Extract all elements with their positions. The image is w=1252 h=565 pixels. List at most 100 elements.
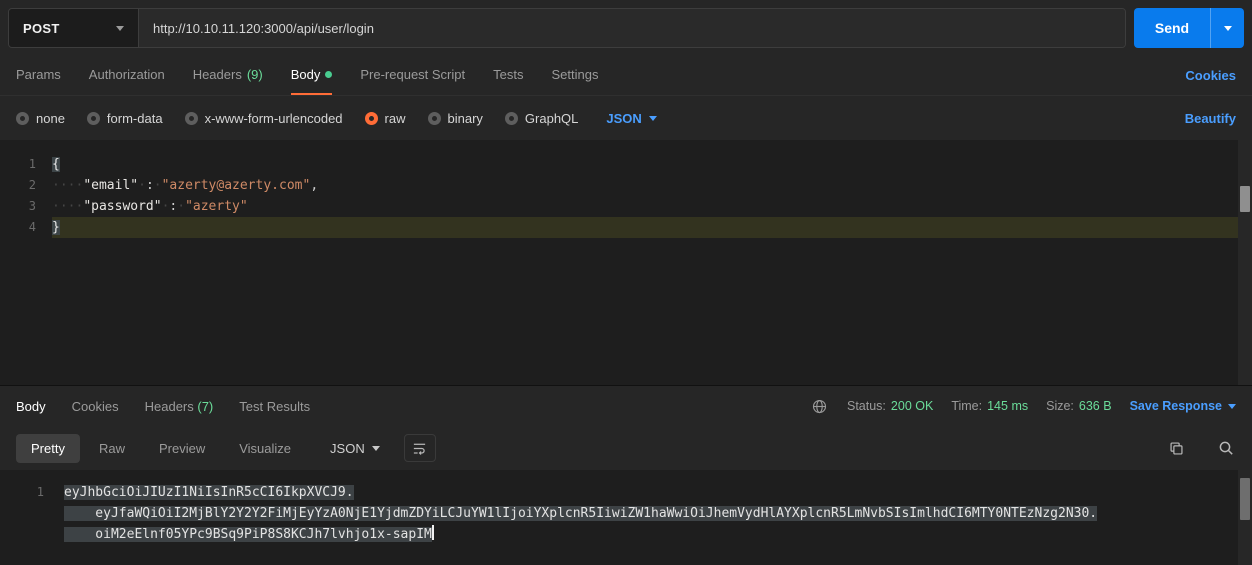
language-label: JSON <box>606 111 641 126</box>
response-tab-test-results[interactable]: Test Results <box>239 399 310 414</box>
tab-headers[interactable]: Headers (9) <box>193 56 263 95</box>
view-visualize-button[interactable]: Visualize <box>224 434 306 463</box>
response-tab-cookies[interactable]: Cookies <box>72 399 119 414</box>
wrap-line-icon <box>412 441 427 456</box>
save-response-label: Save Response <box>1130 399 1222 413</box>
code-line: } <box>52 217 1252 238</box>
line-number: 1 <box>0 482 64 545</box>
editor-line: 1 { <box>0 154 1252 175</box>
send-button[interactable]: Send <box>1134 8 1210 48</box>
scrollbar-thumb[interactable] <box>1240 186 1250 212</box>
radio-x-www-form-urlencoded[interactable]: x-www-form-urlencoded <box>185 111 343 126</box>
radio-label: none <box>36 111 65 126</box>
radio-icon <box>87 112 100 125</box>
time-indicator: Time: 145 ms <box>951 399 1028 413</box>
tab-label: Body <box>291 67 321 82</box>
tab-label: Authorization <box>89 67 165 82</box>
time-label: Time: <box>951 399 982 413</box>
radio-label: binary <box>448 111 483 126</box>
tab-label: Headers <box>193 67 242 82</box>
response-row: 1 eyJhbGciOiJIUzI1NiIsInR5cCI6IkpXVCJ9. … <box>0 482 1252 545</box>
response-header: Body Cookies Headers (7) Test Results St… <box>0 386 1252 426</box>
size-indicator: Size: 636 B <box>1046 399 1111 413</box>
code-line: { <box>52 154 1252 175</box>
request-body-editor[interactable]: 1 { 2 ····"email"·:·"azerty@azerty.com",… <box>0 140 1252 385</box>
beautify-link[interactable]: Beautify <box>1185 111 1236 126</box>
time-value: 145 ms <box>987 399 1028 413</box>
editor-scrollbar[interactable] <box>1238 140 1252 385</box>
radio-icon <box>428 112 441 125</box>
response-tab-body[interactable]: Body <box>16 399 46 414</box>
status-label: Status: <box>847 399 886 413</box>
view-preview-button[interactable]: Preview <box>144 434 220 463</box>
wrap-line-button[interactable] <box>404 434 436 462</box>
whitespace-dot: · <box>177 199 185 214</box>
tab-settings[interactable]: Settings <box>551 56 598 95</box>
copy-icon <box>1169 441 1184 456</box>
view-raw-button[interactable]: Raw <box>84 434 140 463</box>
network-globe-icon[interactable] <box>810 397 829 416</box>
view-pretty-button[interactable]: Pretty <box>16 434 80 463</box>
unsaved-changes-dot-icon <box>325 71 332 78</box>
radio-label: GraphQL <box>525 111 578 126</box>
response-meta: Status: 200 OK Time: 145 ms Size: 636 B … <box>810 397 1236 416</box>
tab-body[interactable]: Body <box>291 56 333 95</box>
search-response-button[interactable] <box>1216 438 1236 458</box>
jwt-header-line: eyJhbGciOiJIUzI1NiIsInR5cCI6IkpXVCJ9. <box>64 482 1252 503</box>
radio-raw[interactable]: raw <box>365 111 406 126</box>
selected-text: eyJhbGciOiJIUzI1NiIsInR5cCI6IkpXVCJ9. <box>64 485 354 500</box>
scrollbar-thumb[interactable] <box>1240 478 1250 520</box>
selected-text: eyJfaWQiOiI2MjBlY2Y2Y2FiMjEyYzA0NjE1Yjdm… <box>64 506 1097 521</box>
colon-token: : <box>146 178 154 193</box>
headers-count-badge: (9) <box>247 67 263 82</box>
send-options-button[interactable] <box>1210 8 1244 48</box>
size-label: Size: <box>1046 399 1074 413</box>
response-headers-count-badge: (7) <box>197 399 213 414</box>
copy-response-button[interactable] <box>1167 439 1186 458</box>
body-language-select[interactable]: JSON <box>606 111 656 126</box>
tab-params[interactable]: Params <box>16 56 61 95</box>
language-label: JSON <box>330 441 365 456</box>
url-input[interactable] <box>139 9 1125 47</box>
spacer <box>626 56 1157 95</box>
response-body-viewer[interactable]: 1 eyJhbGciOiJIUzI1NiIsInR5cCI6IkpXVCJ9. … <box>0 470 1252 565</box>
tab-label: Pre-request Script <box>360 67 465 82</box>
response-section: Body Cookies Headers (7) Test Results St… <box>0 385 1252 565</box>
editor-line: 2 ····"email"·:·"azerty@azerty.com", <box>0 175 1252 196</box>
tab-label: Params <box>16 67 61 82</box>
indent-whitespace: ···· <box>52 178 83 193</box>
request-tabs: Params Authorization Headers (9) Body Pr… <box>0 56 1252 96</box>
json-string-token: "azerty@azerty.com" <box>162 178 311 193</box>
method-select[interactable]: POST <box>9 9 139 47</box>
tab-label: Settings <box>551 67 598 82</box>
radio-label: raw <box>385 111 406 126</box>
line-number: 3 <box>0 196 52 217</box>
radio-form-data[interactable]: form-data <box>87 111 163 126</box>
cookies-link[interactable]: Cookies <box>1185 56 1236 95</box>
response-language-select[interactable]: JSON <box>322 435 388 462</box>
tab-label: Cookies <box>72 399 119 414</box>
chevron-down-icon <box>1228 404 1236 409</box>
tab-prerequest-script[interactable]: Pre-request Script <box>360 56 465 95</box>
line-number: 4 <box>0 217 52 238</box>
whitespace-dot: · <box>154 178 162 193</box>
radio-graphql[interactable]: GraphQL <box>505 111 578 126</box>
status-indicator: Status: 200 OK <box>847 399 933 413</box>
text-cursor <box>432 525 434 540</box>
tab-label: Headers <box>145 399 194 414</box>
response-tab-headers[interactable]: Headers (7) <box>145 399 214 414</box>
close-brace-token: } <box>52 220 60 235</box>
send-group: Send <box>1134 8 1244 48</box>
radio-binary[interactable]: binary <box>428 111 483 126</box>
response-scrollbar[interactable] <box>1238 470 1252 565</box>
tab-tests[interactable]: Tests <box>493 56 523 95</box>
radio-icon <box>185 112 198 125</box>
radio-icon <box>16 112 29 125</box>
save-response-button[interactable]: Save Response <box>1130 399 1236 413</box>
radio-none[interactable]: none <box>16 111 65 126</box>
radio-label: form-data <box>107 111 163 126</box>
size-value: 636 B <box>1079 399 1112 413</box>
tab-authorization[interactable]: Authorization <box>89 56 165 95</box>
editor-line: 3 ····"password"·:·"azerty" <box>0 196 1252 217</box>
response-toolbar: Pretty Raw Preview Visualize JSON <box>0 426 1252 470</box>
